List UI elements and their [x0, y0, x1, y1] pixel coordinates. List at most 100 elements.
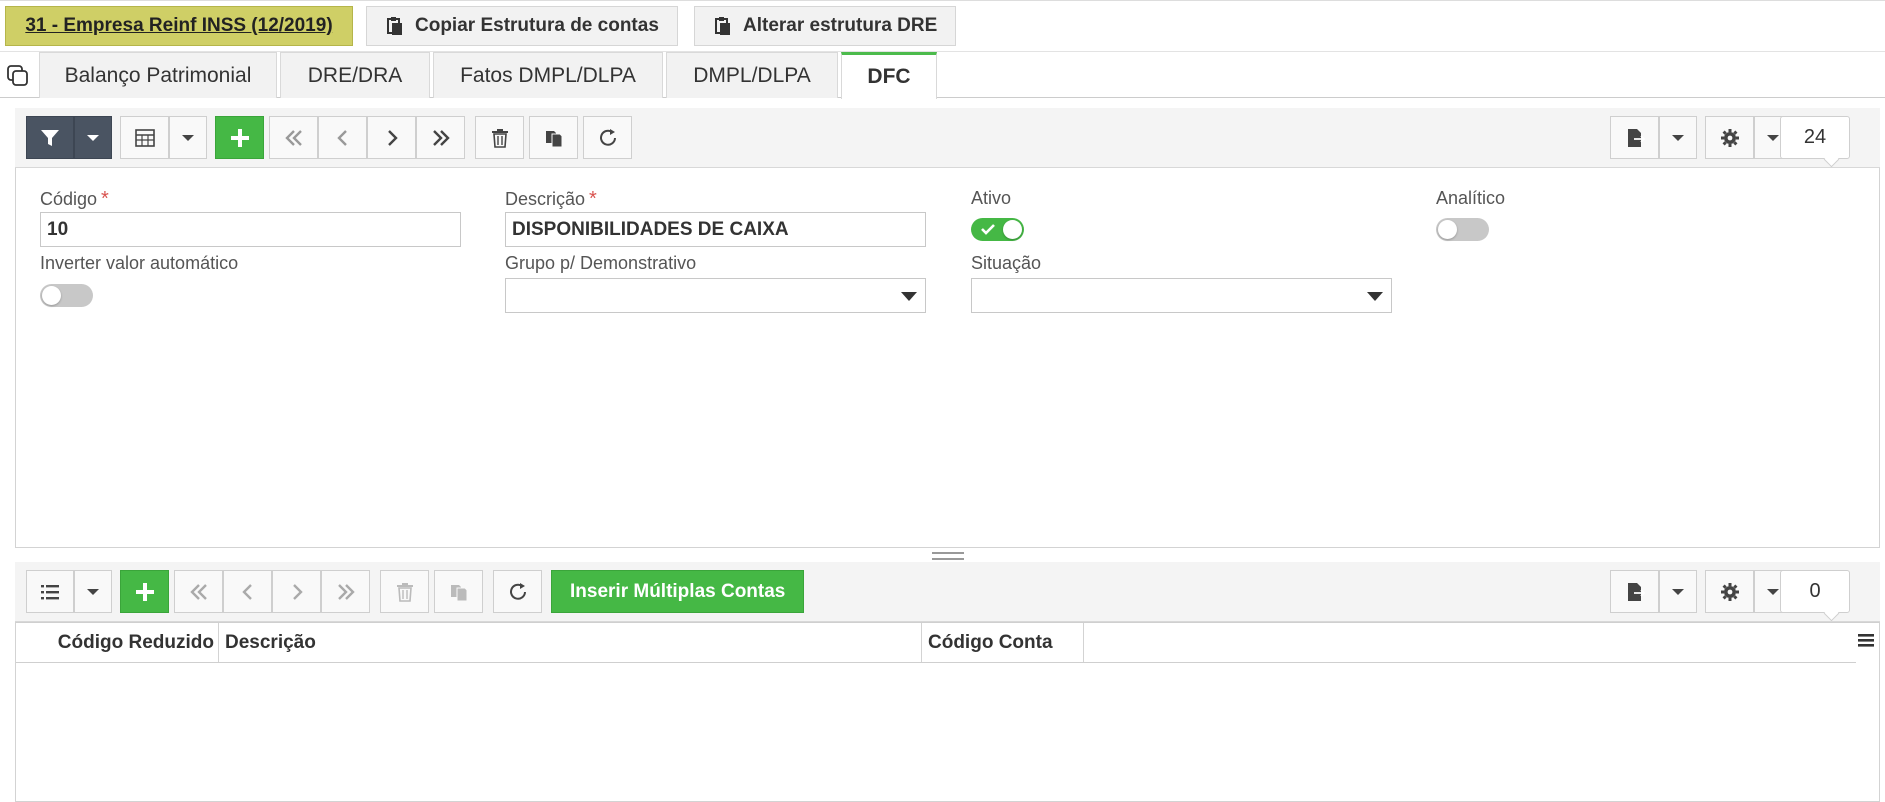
tab-dmpl-dlpa[interactable]: DMPL/DLPA	[666, 52, 838, 98]
copy-icon	[545, 130, 562, 147]
export-icon	[1627, 582, 1645, 601]
codigo-label-text: Código	[40, 189, 98, 209]
list-dropdown-button[interactable]	[74, 570, 112, 613]
inverter-toggle[interactable]	[40, 284, 93, 307]
previous-row-button[interactable]	[223, 570, 272, 613]
toggle-knob	[42, 286, 61, 305]
last-icon	[432, 129, 450, 146]
refresh-icon	[509, 582, 526, 600]
descricao-input[interactable]: DISPONIBILIDADES DE CAIXA	[505, 212, 926, 247]
column-header-codigo-conta[interactable]: Código Conta	[922, 623, 1084, 662]
first-row-button[interactable]	[174, 570, 223, 613]
next-icon	[387, 129, 398, 146]
export-button[interactable]	[1610, 116, 1659, 159]
grid-settings-button[interactable]	[1705, 570, 1754, 613]
last-icon	[337, 583, 355, 600]
prev-icon	[336, 129, 347, 146]
tab-balanco-patrimonial[interactable]: Balanço Patrimonial	[39, 52, 277, 98]
grid-toolbar: Inserir Múltiplas Contas 0	[15, 562, 1880, 622]
first-icon	[284, 129, 302, 146]
grid-record-count-badge: 0	[1780, 570, 1850, 613]
gear-icon	[1720, 582, 1739, 601]
analitico-toggle[interactable]	[1436, 218, 1489, 241]
ativo-toggle[interactable]	[971, 218, 1024, 241]
situacao-select[interactable]	[971, 278, 1392, 313]
filter-button[interactable]	[26, 116, 74, 159]
next-icon	[292, 583, 303, 600]
plus-icon	[135, 582, 154, 601]
add-button[interactable]	[215, 116, 264, 159]
descricao-label-text: Descrição	[505, 189, 586, 209]
grupo-label: Grupo p/ Demonstrativo	[505, 253, 697, 273]
next-record-button[interactable]	[367, 116, 416, 159]
first-record-button[interactable]	[269, 116, 318, 159]
panel-splitter-handle[interactable]	[932, 552, 964, 560]
inverter-label: Inverter valor automático	[40, 253, 239, 273]
ativo-label: Ativo	[971, 188, 1012, 208]
codigo-input[interactable]: 10	[40, 212, 461, 247]
menu-icon[interactable]	[1855, 629, 1877, 651]
delete-button[interactable]	[475, 116, 524, 159]
chevron-down-icon	[901, 292, 917, 301]
chevron-down-icon	[1672, 588, 1684, 595]
chevron-down-icon	[1672, 134, 1684, 141]
last-record-button[interactable]	[416, 116, 465, 159]
toggle-knob	[1438, 220, 1457, 239]
view-dropdown-button[interactable]	[169, 116, 207, 159]
accounts-grid: Código Reduzido Descrição Código Conta	[15, 622, 1880, 802]
gear-icon	[1720, 128, 1739, 147]
company-selector-button[interactable]: 31 - Empresa Reinf INSS (12/2019)	[5, 6, 353, 46]
chevron-down-icon	[87, 588, 99, 595]
clipboard-icon	[715, 17, 730, 35]
prev-icon	[241, 583, 252, 600]
column-header-codigo-reduzido[interactable]: Código Reduzido	[16, 623, 219, 662]
required-marker: *	[101, 188, 109, 210]
tab-dre-dra[interactable]: DRE/DRA	[280, 52, 430, 98]
refresh-icon	[599, 128, 616, 146]
export-dropdown-button[interactable]	[1659, 116, 1697, 159]
grid-header: Código Reduzido Descrição Código Conta	[16, 623, 1856, 663]
chevron-down-icon	[182, 134, 194, 141]
refresh-grid-button[interactable]	[493, 570, 542, 613]
previous-record-button[interactable]	[318, 116, 367, 159]
delete-row-button[interactable]	[380, 570, 429, 613]
export-grid-button[interactable]	[1610, 570, 1659, 613]
record-count-badge: 24	[1780, 116, 1850, 159]
trash-icon	[491, 128, 508, 148]
list-view-button[interactable]	[26, 570, 74, 613]
chevron-down-icon	[87, 134, 99, 141]
duplicate-row-button[interactable]	[434, 570, 483, 613]
copy-structure-label: Copiar Estrutura de contas	[415, 15, 659, 36]
export-icon	[1627, 128, 1645, 147]
change-dre-label: Alterar estrutura DRE	[743, 15, 938, 36]
tab-fatos-dmpl-dlpa[interactable]: Fatos DMPL/DLPA	[433, 52, 663, 98]
duplicate-button[interactable]	[529, 116, 578, 159]
change-dre-button[interactable]: Alterar estrutura DRE	[694, 6, 957, 46]
list-icon	[41, 584, 59, 599]
descricao-label: Descrição *	[505, 188, 597, 211]
last-row-button[interactable]	[321, 570, 370, 613]
required-marker: *	[589, 188, 597, 210]
analitico-label: Analítico	[1436, 188, 1506, 208]
plus-icon	[230, 128, 249, 147]
copy-structure-button[interactable]: Copiar Estrutura de contas	[366, 6, 678, 46]
duplicate-window-icon[interactable]	[6, 64, 30, 88]
tab-dfc[interactable]: DFC	[841, 52, 937, 99]
grupo-select[interactable]	[505, 278, 926, 313]
clipboard-icon	[387, 17, 402, 35]
add-row-button[interactable]	[120, 570, 169, 613]
refresh-button[interactable]	[583, 116, 632, 159]
form-toolbar: 24	[15, 108, 1880, 168]
first-icon	[189, 583, 207, 600]
filter-dropdown-button[interactable]	[74, 116, 112, 159]
filter-icon	[41, 129, 59, 146]
codigo-label: Código *	[40, 188, 109, 211]
chevron-down-icon	[1367, 292, 1383, 301]
column-header-descricao[interactable]: Descrição	[219, 623, 922, 662]
export-grid-dropdown-button[interactable]	[1659, 570, 1697, 613]
settings-button[interactable]	[1705, 116, 1754, 159]
trash-icon	[396, 582, 413, 602]
insert-multiple-accounts-button[interactable]: Inserir Múltiplas Contas	[551, 570, 805, 613]
grid-view-button[interactable]	[120, 116, 169, 159]
next-row-button[interactable]	[272, 570, 321, 613]
